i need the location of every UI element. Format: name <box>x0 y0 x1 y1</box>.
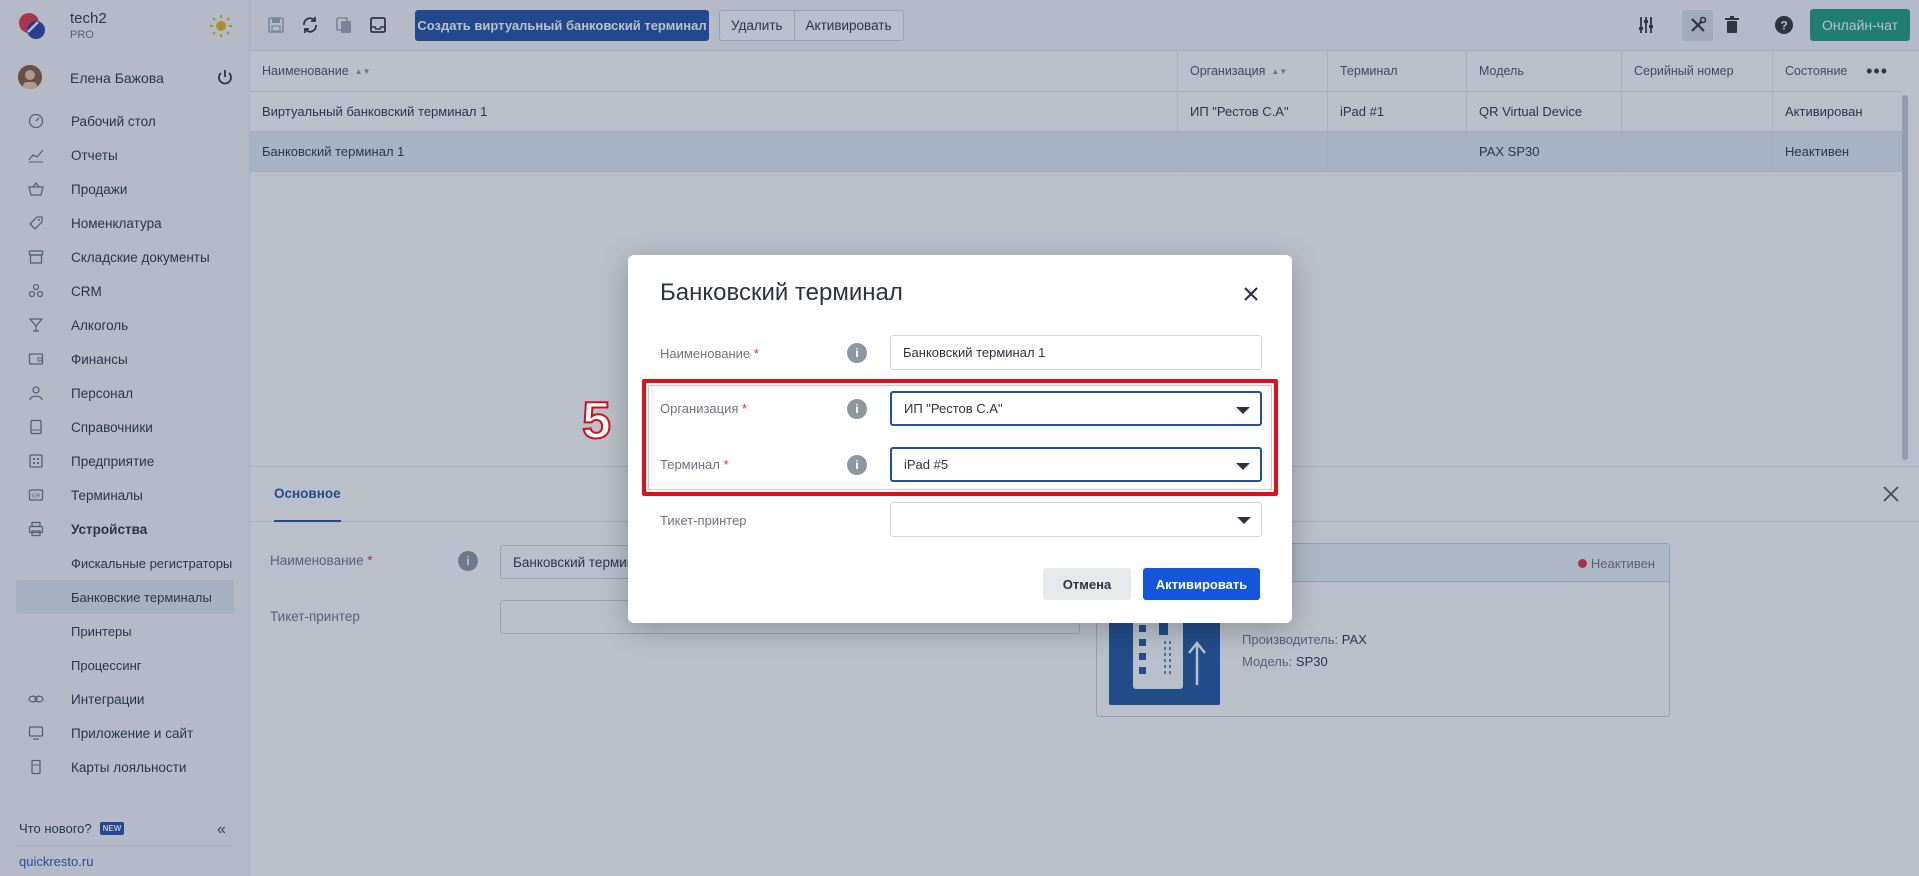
name-label: Наименование * <box>660 346 759 361</box>
name-input[interactable]: Банковский терминал 1 <box>890 335 1262 370</box>
bank-terminal-dialog: Банковский терминал Наименование * i Бан… <box>628 255 1292 623</box>
ticket-printer-label: Тикет-принтер <box>660 513 747 528</box>
close-icon[interactable] <box>1242 285 1260 303</box>
chevron-down-icon <box>1237 517 1251 524</box>
required-mark: * <box>753 346 759 361</box>
info-icon[interactable]: i <box>847 343 867 363</box>
dialog-title: Банковский терминал <box>660 279 903 306</box>
app-root: tech2 PRO Елена Бажова Рабочий стол Отче… <box>0 0 1919 876</box>
annotation-step-number: 5 <box>581 392 612 450</box>
ticket-printer-select[interactable] <box>890 502 1262 537</box>
cancel-button[interactable]: Отмена <box>1043 568 1131 600</box>
annotation-highlight-box <box>642 379 1278 496</box>
highlight-inner <box>648 385 1272 490</box>
label-text: Наименование <box>660 346 751 361</box>
activate-dialog-button[interactable]: Активировать <box>1143 568 1260 600</box>
